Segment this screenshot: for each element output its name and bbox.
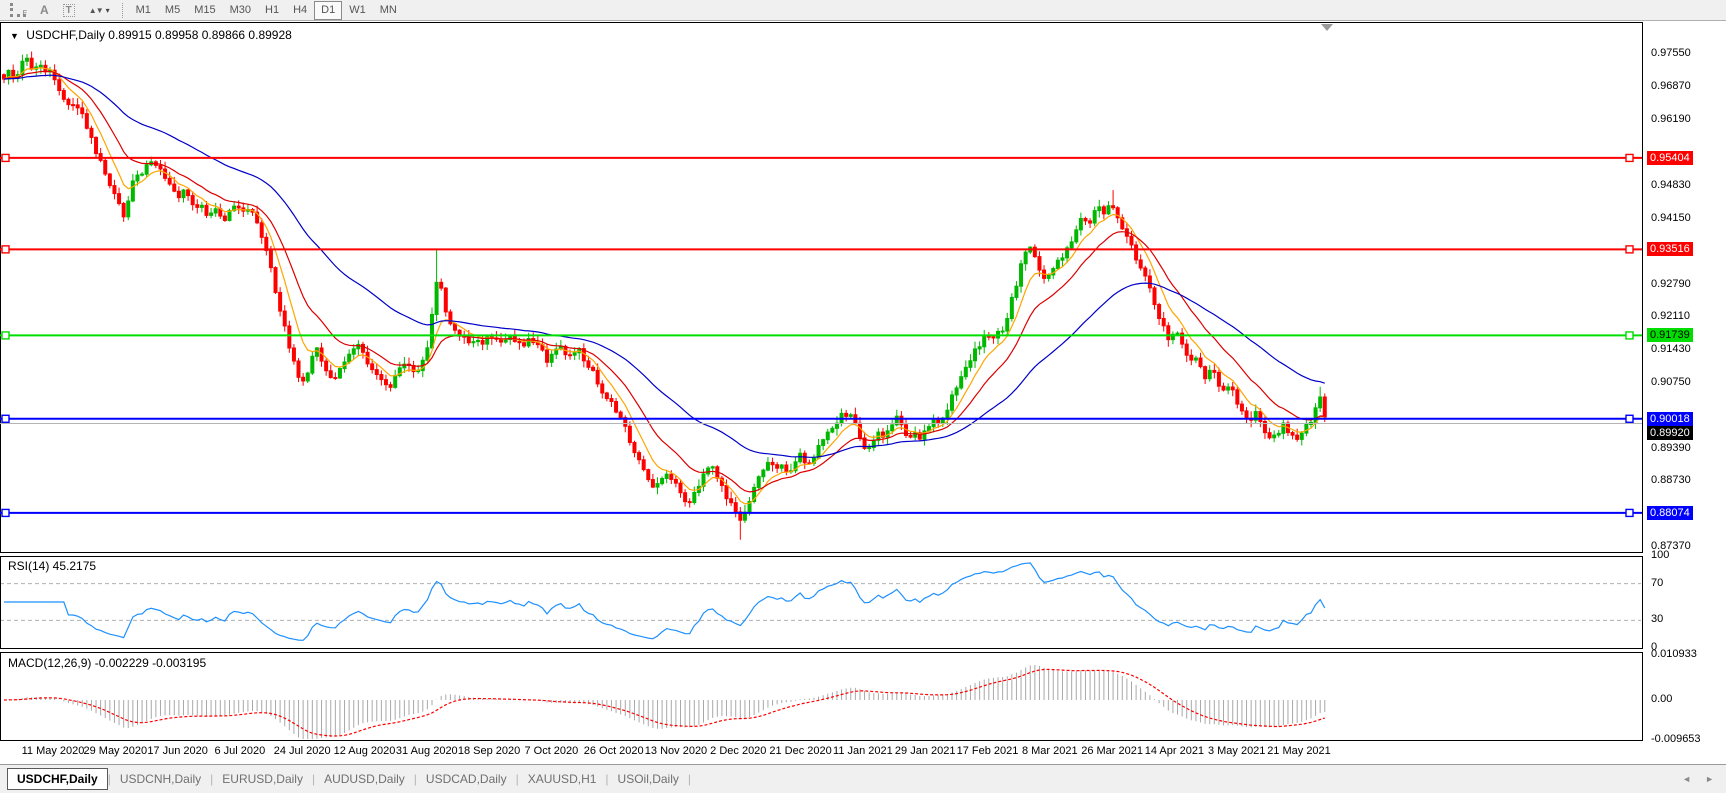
chart-ohlc-values: 0.89915 0.89958 0.89866 0.89928 xyxy=(108,28,292,42)
price-tick-label: 0.88730 xyxy=(1651,474,1691,486)
price-line-badge: 0.91739 xyxy=(1647,328,1693,342)
hline-handle[interactable] xyxy=(2,154,9,161)
price-tick-label: 0.91430 xyxy=(1651,343,1691,355)
price-tick-label: 0.90750 xyxy=(1651,376,1691,388)
hline-handle[interactable] xyxy=(2,332,9,339)
hline-handle[interactable] xyxy=(1626,415,1633,422)
hline-handle[interactable] xyxy=(1626,332,1633,339)
hline-handle[interactable] xyxy=(2,509,9,516)
price-tick-label: 0.92110 xyxy=(1651,310,1690,322)
rsi-tick-label: 70 xyxy=(1651,577,1663,589)
hline-handle[interactable] xyxy=(1626,246,1633,253)
chart-symbol-ohlc: ▼ USDCHF,Daily 0.89915 0.89958 0.89866 0… xyxy=(10,28,292,42)
macd-tick-label: -0.009653 xyxy=(1651,733,1701,745)
hline-handle[interactable] xyxy=(2,415,9,422)
date-tick-label: 21 May 2021 xyxy=(1259,745,1339,757)
price-tick-label: 0.96190 xyxy=(1651,113,1691,125)
hline-handle[interactable] xyxy=(1626,154,1633,161)
rsi-tick-label: 30 xyxy=(1651,613,1663,625)
chart-symbol: USDCHF,Daily xyxy=(26,28,105,42)
macd-tick-label: 0.010933 xyxy=(1651,648,1697,660)
price-axis[interactable]: 0.97550 0.96870 0.96190 0.94830 0.94150 0.927… xyxy=(1643,22,1726,740)
price-line-badge: 0.90018 xyxy=(1647,412,1693,426)
price-tick-label: 0.97550 xyxy=(1651,47,1691,59)
price-tick-label: 0.94830 xyxy=(1651,179,1691,191)
chart-canvas[interactable] xyxy=(0,0,1726,793)
price-line-badge: 0.89920 xyxy=(1647,426,1693,440)
triangle-down-icon: ▼ xyxy=(10,31,19,41)
rsi-tick-label: 100 xyxy=(1651,549,1669,561)
macd-tick-label: 0.00 xyxy=(1651,693,1672,705)
price-tick-label: 0.89390 xyxy=(1651,442,1691,454)
price-line-badge: 0.88074 xyxy=(1647,506,1693,520)
hline-handle[interactable] xyxy=(1626,509,1633,516)
price-line-badge: 0.93516 xyxy=(1647,242,1693,256)
price-line-badge: 0.95404 xyxy=(1647,151,1693,165)
macd-indicator-label: MACD(12,26,9) -0.002229 -0.003195 xyxy=(8,656,206,670)
date-axis[interactable]: 11 May 202029 May 202017 Jun 20206 Jul 2… xyxy=(0,741,1643,763)
hline-handle[interactable] xyxy=(2,246,9,253)
price-tick-label: 0.96870 xyxy=(1651,80,1691,92)
price-tick-label: 0.94150 xyxy=(1651,212,1691,224)
rsi-indicator-label: RSI(14) 45.2175 xyxy=(8,559,96,573)
price-tick-label: 0.92790 xyxy=(1651,278,1691,290)
